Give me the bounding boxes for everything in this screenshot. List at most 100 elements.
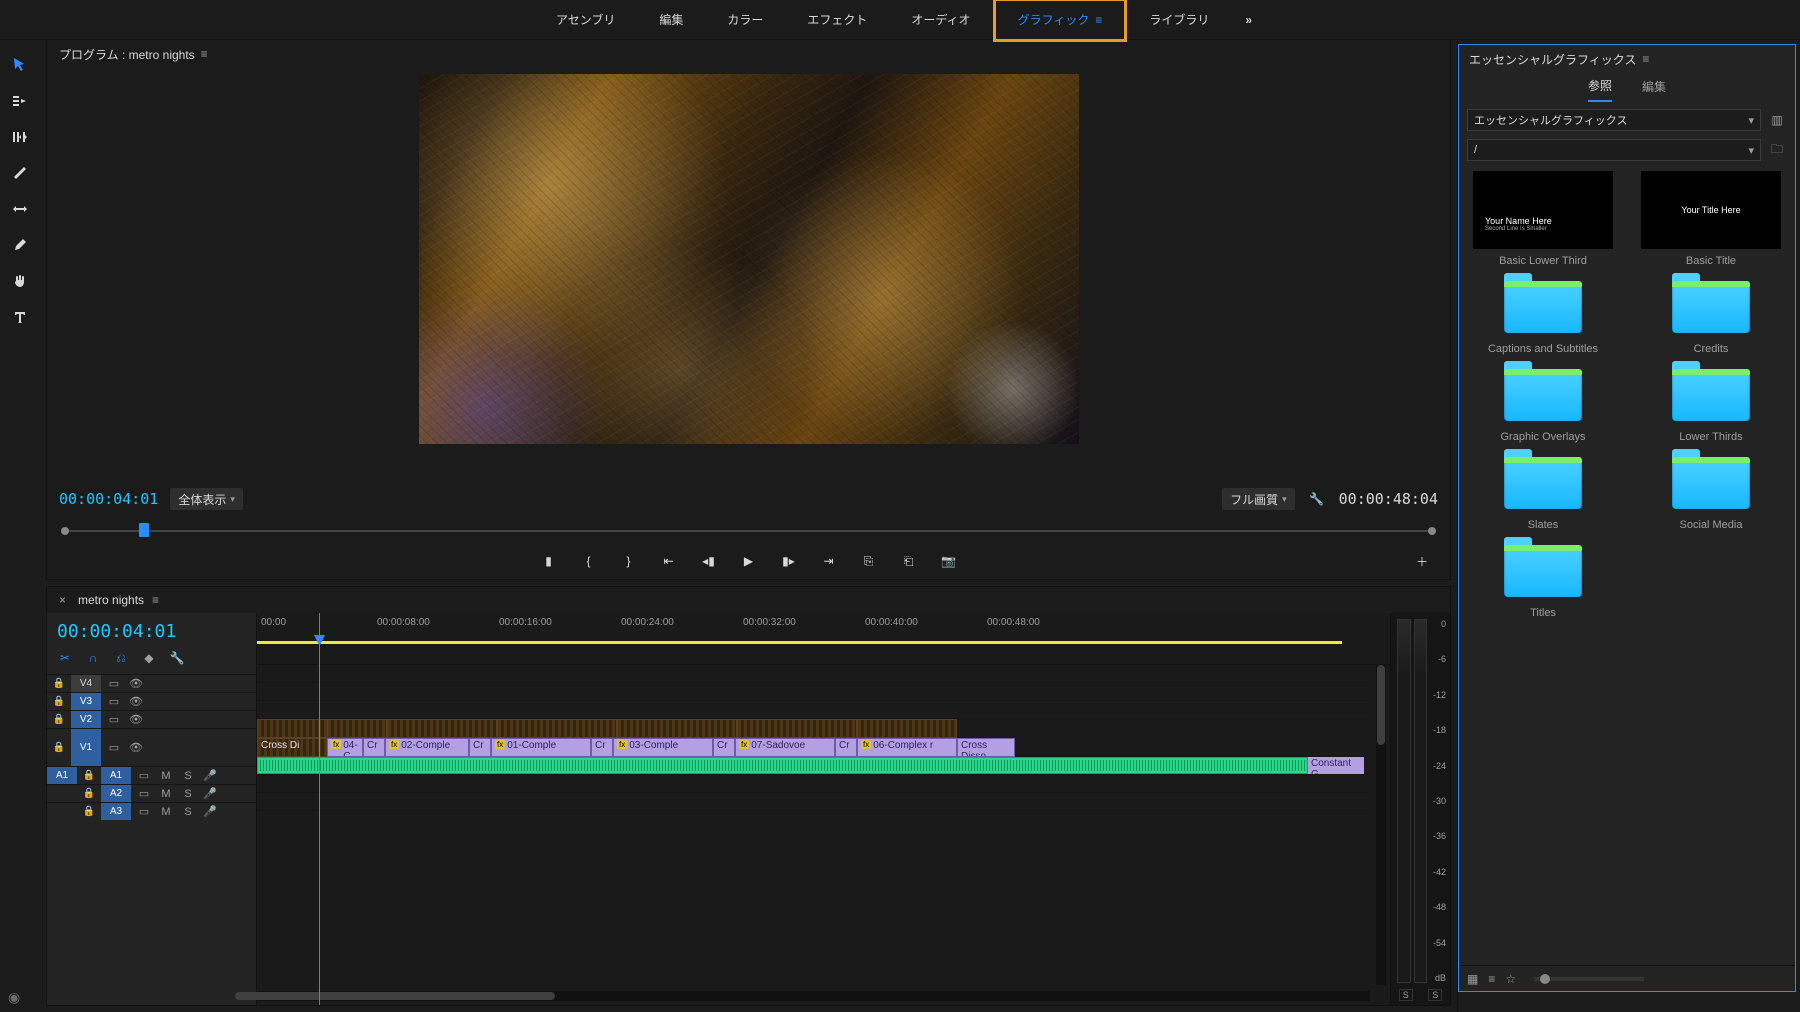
export-frame-icon[interactable]: 📷 bbox=[939, 551, 959, 571]
eg-item[interactable]: Lower Thirds bbox=[1633, 365, 1789, 443]
program-panel-header[interactable]: プログラム : metro nights ≡ bbox=[47, 40, 1450, 68]
slip-tool-icon[interactable] bbox=[9, 198, 31, 220]
timeline-timecode[interactable]: 00:00:04:01 bbox=[47, 613, 256, 646]
timeline-panel-header[interactable]: × metro nights ≡ bbox=[47, 587, 1450, 613]
thumbnail-size-slider[interactable] bbox=[1534, 977, 1644, 981]
step-forward-icon[interactable]: ▮▸ bbox=[779, 551, 799, 571]
track-header-a1[interactable]: A1🔒A1▭MS🎤 bbox=[47, 766, 256, 784]
panel-menu-icon[interactable]: ≡ bbox=[201, 47, 208, 61]
track-header-a2[interactable]: 🔒A2▭MS🎤 bbox=[47, 784, 256, 802]
razor-tool-icon[interactable] bbox=[9, 162, 31, 184]
timeline-tracks-area[interactable]: 00:00 00:00:08:00 00:00:16:00 00:00:24:0… bbox=[257, 613, 1390, 1005]
panel-menu-icon[interactable]: ≡ bbox=[1642, 52, 1649, 66]
eg-tab-edit[interactable]: 編集 bbox=[1642, 78, 1666, 101]
horizontal-scrollbar[interactable] bbox=[257, 991, 1370, 1001]
eg-item[interactable]: Credits bbox=[1633, 277, 1789, 355]
in-bracket-icon[interactable]: { bbox=[579, 551, 599, 571]
marker-icon[interactable]: ◆ bbox=[141, 650, 157, 666]
mic-icon[interactable]: 🎤 bbox=[203, 769, 217, 782]
hand-tool-icon[interactable] bbox=[9, 270, 31, 292]
eg-item[interactable]: Your Title HereBasic Title bbox=[1633, 171, 1789, 267]
workspace-tab-overflow[interactable]: » bbox=[1231, 0, 1266, 40]
list-view-icon[interactable]: ≡ bbox=[1488, 972, 1495, 986]
workspace-tab-edit[interactable]: 編集 bbox=[637, 0, 705, 40]
track-header-v2[interactable]: 🔒V2▭👁 bbox=[47, 710, 256, 728]
step-back-icon[interactable]: ◂▮ bbox=[699, 551, 719, 571]
program-left-timecode[interactable]: 00:00:04:01 bbox=[59, 490, 158, 508]
libraries-icon[interactable]: ▥ bbox=[1767, 110, 1787, 130]
mark-in-icon[interactable]: ▮ bbox=[539, 551, 559, 571]
eye-icon[interactable]: 👁 bbox=[129, 713, 143, 726]
track-header-v3[interactable]: 🔒V3▭👁 bbox=[47, 692, 256, 710]
workspace-tab-color[interactable]: カラー bbox=[705, 0, 785, 40]
track-select-tool-icon[interactable] bbox=[9, 90, 31, 112]
track-header-v4[interactable]: 🔒V4▭👁 bbox=[47, 674, 256, 692]
program-viewer[interactable] bbox=[47, 68, 1450, 479]
track-output-icon[interactable]: ▭ bbox=[107, 741, 121, 754]
audio-transition[interactable]: Constant G bbox=[1308, 757, 1364, 774]
track-output-icon[interactable]: ▭ bbox=[107, 713, 121, 726]
play-icon[interactable]: ▶ bbox=[739, 551, 759, 571]
panel-menu-icon[interactable]: ≡ bbox=[152, 593, 159, 607]
workspace-tab-audio[interactable]: オーディオ bbox=[889, 0, 992, 40]
favorite-icon[interactable]: ☆ bbox=[1505, 972, 1516, 986]
eg-panel-header[interactable]: エッセンシャルグラフィックス ≡ bbox=[1459, 45, 1795, 73]
workspace-tab-effects[interactable]: エフェクト bbox=[785, 0, 889, 40]
quality-dropdown[interactable]: フル画質 ▾ bbox=[1222, 488, 1295, 510]
eg-item[interactable]: Social Media bbox=[1633, 453, 1789, 531]
mic-icon[interactable]: 🎤 bbox=[203, 787, 217, 800]
ripple-edit-tool-icon[interactable] bbox=[9, 126, 31, 148]
eg-item[interactable]: Graphic Overlays bbox=[1465, 365, 1621, 443]
track-a1[interactable]: Constant G bbox=[257, 757, 1370, 775]
insert-mode-icon[interactable]: ✂ bbox=[57, 650, 73, 666]
snap-icon[interactable]: ∩ bbox=[85, 650, 101, 666]
extract-icon[interactable]: ⎗ bbox=[899, 551, 919, 571]
settings-wrench-icon[interactable]: 🔧 bbox=[1307, 489, 1327, 509]
eye-icon[interactable]: 👁 bbox=[129, 695, 143, 708]
eye-icon[interactable]: 👁 bbox=[129, 677, 143, 690]
track-v1[interactable]: Cross Di fx04-C Cr fx02-Comple Cr fx01-C… bbox=[257, 719, 1370, 757]
ruler-tick: 00:00:32:00 bbox=[743, 617, 796, 628]
go-to-in-icon[interactable]: ⇤ bbox=[659, 551, 679, 571]
panel-menu-icon[interactable]: ≡ bbox=[1095, 13, 1102, 27]
eg-item[interactable]: Slates bbox=[1465, 453, 1621, 531]
vertical-scrollbar[interactable] bbox=[1376, 665, 1386, 985]
linked-selection-icon[interactable]: ⎌ bbox=[113, 650, 129, 666]
eg-item[interactable]: Captions and Subtitles bbox=[1465, 277, 1621, 355]
program-playhead[interactable] bbox=[139, 523, 149, 537]
workspace-tab-graphics[interactable]: グラフィック ≡ bbox=[993, 0, 1128, 42]
eg-path-dropdown[interactable]: / ▾ bbox=[1467, 139, 1761, 161]
button-editor-icon[interactable]: ＋ bbox=[1412, 551, 1432, 571]
type-tool-icon[interactable] bbox=[9, 306, 31, 328]
lift-icon[interactable]: ⎘ bbox=[859, 551, 879, 571]
zoom-fit-dropdown[interactable]: 全体表示 ▾ bbox=[170, 488, 243, 510]
grid-view-icon[interactable]: ▦ bbox=[1467, 972, 1478, 986]
go-to-out-icon[interactable]: ⇥ bbox=[819, 551, 839, 571]
track-header-v1[interactable]: 🔒V1▭👁 bbox=[47, 728, 256, 766]
settings-wrench-icon[interactable]: 🔧 bbox=[169, 650, 185, 666]
close-icon[interactable]: × bbox=[59, 593, 66, 607]
workspace-tab-library[interactable]: ライブラリ bbox=[1127, 0, 1231, 40]
eg-tab-browse[interactable]: 参照 bbox=[1588, 77, 1612, 102]
workspace-tab-assembly[interactable]: アセンブリ bbox=[534, 0, 637, 40]
folder-icon[interactable]: 🗀 bbox=[1767, 140, 1787, 160]
timeline-playhead[interactable] bbox=[319, 613, 320, 1005]
pen-tool-icon[interactable] bbox=[9, 234, 31, 256]
selection-tool-icon[interactable] bbox=[9, 54, 31, 76]
sequence-name: metro nights bbox=[78, 593, 144, 607]
track-header-a3[interactable]: 🔒A3▭MS🎤 bbox=[47, 802, 256, 820]
timeline-ruler[interactable]: 00:00 00:00:08:00 00:00:16:00 00:00:24:0… bbox=[257, 613, 1390, 665]
audio-waveform[interactable] bbox=[257, 757, 1308, 774]
solo-right[interactable]: S bbox=[1428, 989, 1442, 1001]
eye-icon[interactable]: 👁 bbox=[129, 741, 143, 754]
eg-item[interactable]: Your Name HereSecond Line Is SmallerBasi… bbox=[1465, 171, 1621, 267]
track-output-icon[interactable]: ▭ bbox=[107, 695, 121, 708]
program-scrub-bar[interactable] bbox=[59, 519, 1438, 543]
mic-icon[interactable]: 🎤 bbox=[203, 805, 217, 818]
track-output-icon[interactable]: ▭ bbox=[107, 677, 121, 690]
out-bracket-icon[interactable]: } bbox=[619, 551, 639, 571]
eg-item[interactable]: Titles bbox=[1465, 541, 1621, 619]
eg-source-dropdown[interactable]: エッセンシャルグラフィックス ▾ bbox=[1467, 109, 1761, 131]
work-area-bar[interactable] bbox=[257, 641, 1342, 644]
solo-left[interactable]: S bbox=[1399, 989, 1413, 1001]
